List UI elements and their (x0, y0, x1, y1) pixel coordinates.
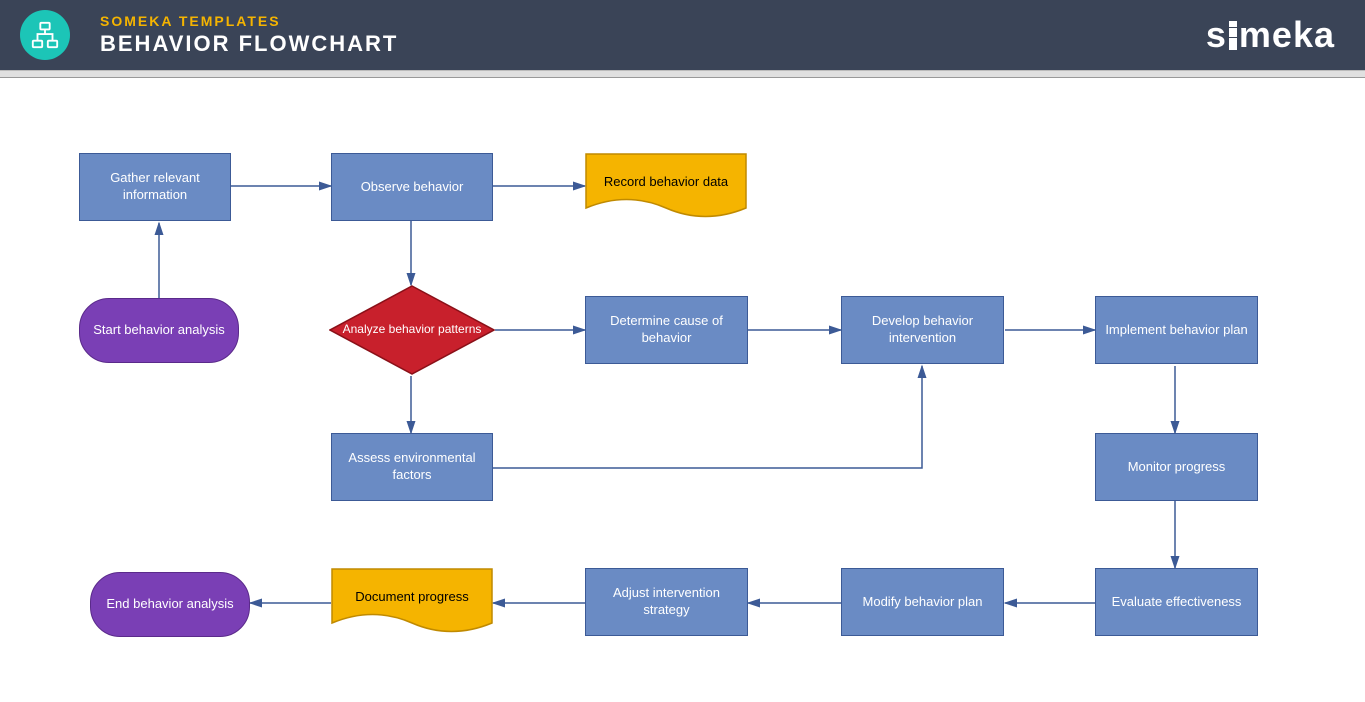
header-separator (0, 70, 1365, 78)
node-analyze-label: Analyze behavior patterns (329, 285, 495, 375)
header-title: BEHAVIOR FLOWCHART (100, 31, 398, 57)
node-assess: Assess environmental factors (331, 433, 493, 501)
node-gather: Gather relevant information (79, 153, 231, 221)
node-start: Start behavior analysis (79, 298, 239, 363)
node-record: Record behavior data (585, 153, 747, 221)
node-implement: Implement behavior plan (1095, 296, 1258, 364)
node-document-label: Document progress (331, 568, 493, 626)
logo-icon (20, 10, 70, 60)
brand-bars-icon (1229, 20, 1237, 50)
node-develop: Develop behavior intervention (841, 296, 1004, 364)
node-analyze: Analyze behavior patterns (329, 285, 495, 375)
node-monitor: Monitor progress (1095, 433, 1258, 501)
node-evaluate: Evaluate effectiveness (1095, 568, 1258, 636)
brand-logo: s meka (1206, 14, 1335, 56)
header: SOMEKA TEMPLATES BEHAVIOR FLOWCHART s me… (0, 0, 1365, 70)
node-document: Document progress (331, 568, 493, 636)
header-subtitle: SOMEKA TEMPLATES (100, 13, 398, 29)
flowchart-canvas: Start behavior analysis Gather relevant … (0, 78, 1365, 702)
node-modify: Modify behavior plan (841, 568, 1004, 636)
node-observe: Observe behavior (331, 153, 493, 221)
node-adjust: Adjust intervention strategy (585, 568, 748, 636)
node-determine: Determine cause of behavior (585, 296, 748, 364)
node-end: End behavior analysis (90, 572, 250, 637)
node-record-label: Record behavior data (585, 153, 747, 211)
